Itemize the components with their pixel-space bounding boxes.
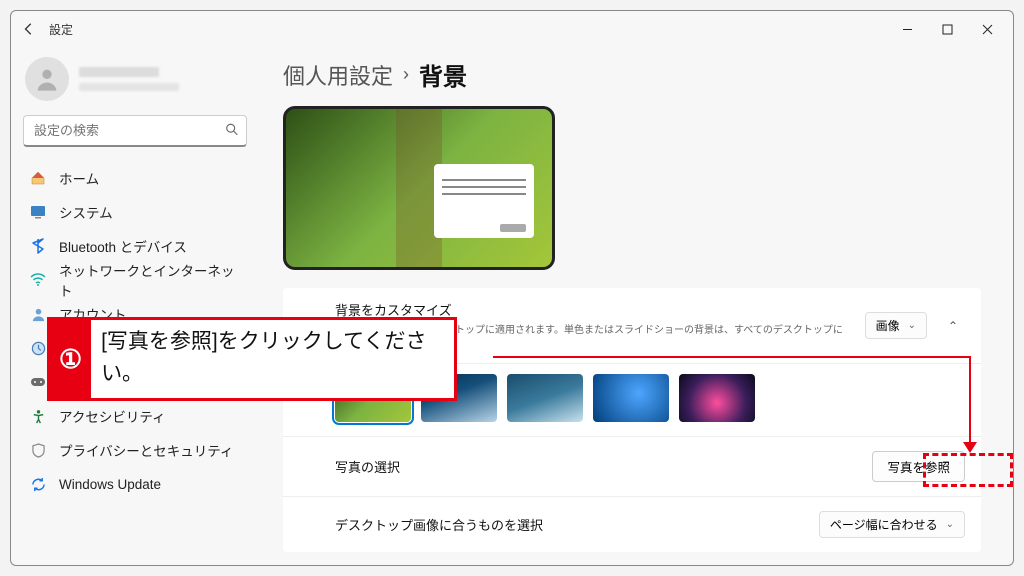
- chevron-down-icon: ⌄: [908, 320, 916, 331]
- sidebar-item-accessibility[interactable]: アクセシビリティ: [21, 399, 249, 433]
- titlebar: 設定: [11, 11, 1013, 47]
- profile[interactable]: [21, 51, 249, 115]
- game-icon: [29, 373, 47, 391]
- profile-name: [79, 67, 159, 77]
- sidebar-item-label: アカウント: [59, 304, 127, 324]
- wallpaper-thumb[interactable]: [335, 374, 411, 422]
- sidebar-item-label: Bluetooth とデバイス: [59, 236, 187, 256]
- settings-window: 設定 ホーム: [10, 10, 1014, 566]
- bluetooth-icon: [29, 237, 47, 255]
- home-icon: [29, 169, 47, 187]
- expand-toggle[interactable]: ⌃: [941, 319, 965, 333]
- image-icon: [299, 315, 321, 337]
- sidebar-item-label: ゲーム: [59, 372, 99, 392]
- breadcrumb-parent[interactable]: 個人用設定: [283, 59, 393, 91]
- choose-photo-label: 写真の選択: [335, 457, 872, 476]
- wallpaper-thumb[interactable]: [507, 374, 583, 422]
- search-icon: [225, 123, 239, 140]
- sidebar-item-home[interactable]: ホーム: [21, 161, 249, 195]
- maximize-button[interactable]: [927, 14, 967, 44]
- sidebar-item-network[interactable]: ネットワークとインターネット: [21, 263, 249, 297]
- clock-icon: [29, 339, 47, 357]
- back-button[interactable]: [17, 17, 41, 41]
- wallpaper-thumb[interactable]: [421, 374, 497, 422]
- user-icon: [29, 305, 47, 323]
- nav-list: ホーム システム Bluetooth とデバイス ネットワークとインターネット …: [21, 161, 249, 501]
- sidebar-item-label: Windows Update: [59, 477, 161, 492]
- sidebar-item-account[interactable]: アカウント: [21, 297, 249, 331]
- update-icon: [29, 475, 47, 493]
- sidebar-item-bluetooth[interactable]: Bluetooth とデバイス: [21, 229, 249, 263]
- recent-images: [283, 364, 981, 437]
- sidebar-item-system[interactable]: システム: [21, 195, 249, 229]
- background-settings-card: 背景をカスタマイズ 画像の背景は現在のデスクトップに適用されます。単色またはスラ…: [283, 288, 981, 552]
- sidebar-item-label: アクセシビリティ: [59, 406, 166, 426]
- breadcrumb: 個人用設定 › 背景: [283, 57, 981, 92]
- preview-window-icon: [434, 164, 534, 238]
- fit-dropdown[interactable]: ページ幅に合わせる⌄: [819, 511, 965, 538]
- avatar-icon: [25, 57, 69, 101]
- choose-photo-row: 写真の選択 写真を参照: [283, 437, 981, 497]
- minimize-button[interactable]: [887, 14, 927, 44]
- sidebar-item-update[interactable]: Windows Update: [21, 467, 249, 501]
- sidebar: ホーム システム Bluetooth とデバイス ネットワークとインターネット …: [11, 47, 259, 565]
- sidebar-item-label: ネットワークとインターネット: [59, 260, 241, 300]
- fit-label: デスクトップ画像に合うものを選択: [335, 515, 819, 534]
- search-input[interactable]: [23, 115, 247, 147]
- accessibility-icon: [29, 407, 47, 425]
- sidebar-item-label: プライバシーとセキュリティ: [59, 440, 233, 460]
- profile-email: [79, 83, 179, 91]
- page-title: 背景: [419, 57, 467, 92]
- wifi-icon: [29, 271, 47, 289]
- customize-sub: 画像の背景は現在のデスクトップに適用されます。単色またはスライドショーの背景は、…: [335, 321, 851, 351]
- close-button[interactable]: [967, 14, 1007, 44]
- main-pane: 個人用設定 › 背景 背景をカスタマイズ 画像の背景は現在のデスクトップに適用さ…: [259, 47, 1013, 565]
- wallpaper-thumb[interactable]: [593, 374, 669, 422]
- sidebar-item-privacy[interactable]: プライバシーとセキュリティ: [21, 433, 249, 467]
- fit-row: デスクトップ画像に合うものを選択 ページ幅に合わせる⌄: [283, 497, 981, 552]
- shield-icon: [29, 441, 47, 459]
- customize-title: 背景をカスタマイズ: [335, 300, 851, 319]
- sidebar-item-time[interactable]: 時刻と言語: [21, 331, 249, 365]
- customize-row[interactable]: 背景をカスタマイズ 画像の背景は現在のデスクトップに適用されます。単色またはスラ…: [283, 288, 981, 364]
- sidebar-item-label: 時刻と言語: [59, 338, 127, 358]
- sidebar-item-label: システム: [59, 202, 113, 222]
- desktop-preview: [283, 106, 555, 270]
- window-title: 設定: [49, 21, 73, 38]
- chevron-right-icon: ›: [403, 64, 409, 85]
- browse-photo-button[interactable]: 写真を参照: [872, 451, 965, 482]
- sidebar-item-game[interactable]: ゲーム: [21, 365, 249, 399]
- background-type-dropdown[interactable]: 画像⌄: [865, 312, 927, 339]
- chevron-down-icon: ⌄: [946, 519, 954, 530]
- sidebar-item-label: ホーム: [59, 168, 99, 188]
- search-box[interactable]: [23, 115, 247, 147]
- wallpaper-thumb[interactable]: [679, 374, 755, 422]
- system-icon: [29, 203, 47, 221]
